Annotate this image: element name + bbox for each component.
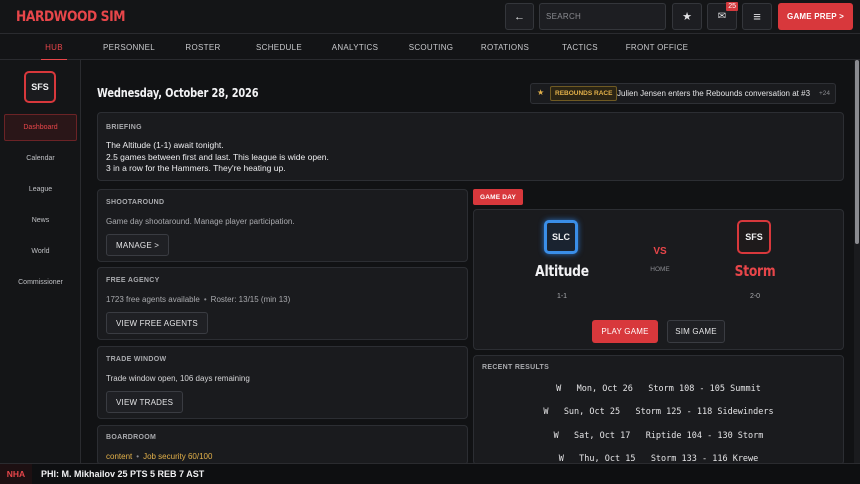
sim-game-button[interactable]: SIM GAME [667,320,725,343]
boardroom-status: content • Job security 60/100 [106,452,212,461]
result-row[interactable]: W Sun, Oct 25 Storm 125 - 118 Sidewinder… [474,407,843,417]
shootaround-text: Game day shootaround. Manage player part… [106,217,295,226]
free-agency-card: FREE AGENCY 1723 free agents available • R… [97,267,468,340]
tab-analytics[interactable]: ANALYTICS [323,34,387,60]
ticker-category-badge: REBOUNDS RACE [550,86,618,101]
free-agency-title: FREE AGENCY [106,277,160,284]
back-button[interactable]: ← [505,3,534,30]
home-team-name: Altitude [535,262,589,280]
recent-results-card: RECENT RESULTS W Mon, Oct 26 Storm 108 -… [473,355,844,465]
game-location: HOME [650,266,670,273]
briefing-line: 3 in a row for the Hammers. They're heat… [106,163,286,173]
play-game-button[interactable]: PLAY GAME [592,320,658,343]
recent-results-title: RECENT RESULTS [482,364,550,371]
sidebar: SFS Dashboard Calendar League News World… [0,60,81,463]
home-team-badge[interactable]: SLC [544,220,578,254]
game-day-badge: GAME DAY [473,189,524,205]
search-input[interactable]: SEARCH [539,3,666,30]
trade-window-card: TRADE WINDOW Trade window open, 106 days… [97,346,468,419]
page-title-date: Wednesday, October 28, 2026 [97,86,259,100]
team-badge[interactable]: SFS [24,71,56,103]
away-team-record: 2-0 [749,293,761,300]
news-ticker[interactable]: ★ REBOUNDS RACE Julien Jensen enters the… [530,83,836,104]
ticker-more-count: +24 [818,90,830,97]
sidebar-item-league[interactable]: League [4,176,77,203]
app-logo[interactable]: HARDWOOD SIM [16,9,125,25]
free-agents-count: 1723 free agents available [106,295,200,304]
main-nav: HUB PERSONNEL ROSTER SCHEDULE ANALYTICS … [0,34,860,61]
trade-window-text: Trade window open, 106 days remaining [106,374,250,383]
top-header: HARDWOOD SIM ← SEARCH ★ ✉ 25 ≡ GAME PREP… [0,0,860,34]
bottom-ticker-bar: NHA PHI: M. Mikhailov 25 PTS 5 REB 7 AST [0,463,860,484]
bottom-ticker-text: PHI: M. Mikhailov 25 PTS 5 REB 7 AST [41,469,205,479]
job-security: Job security 60/100 [143,452,213,461]
away-team-badge[interactable]: SFS [737,220,771,254]
result-row[interactable]: W Mon, Oct 26 Storm 108 - 105 Summit [474,384,843,394]
tab-scouting[interactable]: SCOUTING [400,34,462,60]
boardroom-card: BOARDROOM content • Job security 60/100 [97,425,468,465]
briefing-line: The Altitude (1-1) await tonight. [106,140,224,150]
roster-count: Roster: 13/15 (min 13) [210,295,291,304]
tab-rotations[interactable]: ROTATIONS [473,34,537,60]
home-team-record: 1-1 [556,293,568,300]
game-prep-button[interactable]: GAME PREP > [778,3,853,30]
tab-personnel[interactable]: PERSONNEL [98,34,160,60]
shootaround-title: SHOOTAROUND [106,199,165,206]
tab-tactics[interactable]: TACTICS [553,34,607,60]
arrow-left-icon: ← [514,10,525,23]
briefing-line: 2.5 games between first and last. This l… [106,152,329,162]
boardroom-title: BOARDROOM [106,434,157,441]
star-icon: ★ [682,11,692,23]
sidebar-item-world[interactable]: World [4,238,77,265]
search-placeholder: SEARCH [546,12,582,21]
league-badge[interactable]: NHA [0,464,32,484]
favorites-button[interactable]: ★ [672,3,702,30]
star-icon: ★ [537,88,545,97]
tab-front-office[interactable]: FRONT OFFICE [620,34,694,60]
briefing-title: BRIEFING [106,124,142,131]
separator-dot: • [203,295,207,304]
briefing-card: BRIEFING The Altitude (1-1) await tonigh… [97,112,844,181]
versus-label: VS [653,246,667,257]
tab-hub[interactable]: HUB [27,34,81,61]
mail-count-badge: 25 [726,2,738,11]
manage-shootaround-button[interactable]: MANAGE > [106,234,170,256]
scrollbar-thumb[interactable] [855,60,859,244]
menu-button[interactable]: ≡ [742,3,772,30]
sidebar-item-dashboard[interactable]: Dashboard [4,114,77,141]
tab-roster[interactable]: ROSTER [176,34,230,60]
separator-dot: • [136,452,140,461]
tab-label: HUB [45,42,63,52]
sidebar-item-commissioner[interactable]: Commissioner [4,269,77,296]
result-row[interactable]: W Sat, Oct 17 Riptide 104 - 130 Storm [474,431,843,441]
matchup-card: SLC Altitude 1-1 VS HOME SFS Storm 2-0 P… [473,209,844,350]
view-trades-button[interactable]: VIEW TRADES [106,391,184,413]
away-team-name: Storm [734,262,776,280]
view-free-agents-button[interactable]: VIEW FREE AGENTS [106,312,208,334]
shootaround-card: SHOOTAROUND Game day shootaround. Manage… [97,189,468,262]
inbox-button[interactable]: ✉ 25 [707,2,738,30]
ticker-headline: Julien Jensen enters the Rebounds conver… [617,89,811,98]
tab-schedule[interactable]: SCHEDULE [248,34,310,60]
hamburger-icon: ≡ [753,9,761,24]
owner-mood: content [106,452,133,461]
mail-icon: ✉ [717,11,727,22]
trade-window-title: TRADE WINDOW [106,356,167,363]
free-agency-status: 1723 free agents available • Roster: 13/15… [106,295,290,304]
sidebar-item-news[interactable]: News [4,207,77,234]
sidebar-item-calendar[interactable]: Calendar [4,145,77,172]
